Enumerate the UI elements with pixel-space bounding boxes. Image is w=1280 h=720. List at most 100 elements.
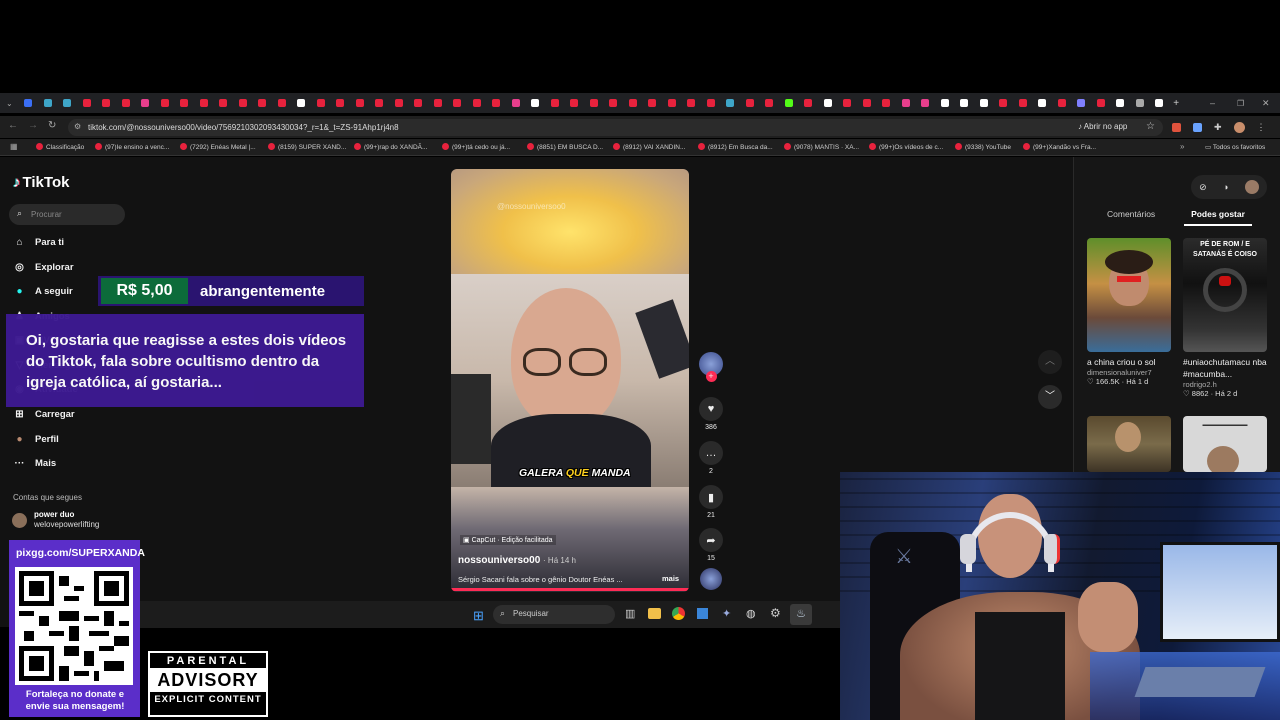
browser-tab[interactable] xyxy=(570,99,579,107)
scroll-up-button[interactable]: ︿ xyxy=(1038,350,1062,374)
browser-tab[interactable] xyxy=(414,99,423,107)
music-disc[interactable] xyxy=(699,568,723,590)
browser-tab[interactable] xyxy=(648,99,657,107)
heart-button[interactable]: ♥ 386 xyxy=(699,397,723,431)
bookmark-item[interactable]: Classificação xyxy=(36,143,84,151)
bookmark-button[interactable]: ▮ 21 xyxy=(699,485,723,519)
avatar[interactable] xyxy=(1244,180,1259,194)
comment-button[interactable]: … 2 xyxy=(699,441,723,475)
browser-tab[interactable] xyxy=(784,99,793,107)
browser-tab[interactable] xyxy=(999,99,1008,107)
browser-tab[interactable] xyxy=(1057,99,1066,107)
browser-tab[interactable] xyxy=(1096,99,1105,107)
bookmark-item[interactable]: (9078) MANTIS · XA... xyxy=(784,143,859,151)
follow-plus-icon[interactable]: + xyxy=(705,371,717,382)
share-icon[interactable]: ⊘ xyxy=(1199,182,1207,193)
browser-tab[interactable] xyxy=(1135,99,1144,107)
video-player[interactable]: @nossouniversoo0 GALERA QUE MANDA ▣ CapC… xyxy=(451,169,689,592)
browser-tab[interactable] xyxy=(492,99,501,107)
sidebar-item-perfil[interactable]: ● Perfil xyxy=(13,433,58,446)
task-view-icon[interactable]: ▥ xyxy=(625,607,635,620)
video-card[interactable]: a china criou o sol dimensionaluniver7 ♡… xyxy=(1087,238,1171,386)
browser-tab[interactable] xyxy=(843,99,852,107)
bookmark-item[interactable]: (99+)rap do XANDÃ... xyxy=(354,143,427,151)
bookmark-item[interactable]: (8851) EM BUSCA D... xyxy=(527,143,603,151)
browser-tab[interactable] xyxy=(160,99,169,107)
app-icon[interactable]: ◍ xyxy=(746,607,756,620)
more-bookmarks-icon[interactable]: » xyxy=(1180,142,1184,151)
progress-bar[interactable] xyxy=(451,588,689,591)
bookmark-item[interactable]: (7292) Enéas Metal |... xyxy=(180,143,256,151)
browser-tab[interactable] xyxy=(765,99,774,107)
close-window-button[interactable]: ✕ xyxy=(1262,98,1270,109)
bookmark-item[interactable]: (99+)tá cedo ou já... xyxy=(442,143,510,151)
browser-tab[interactable] xyxy=(1018,99,1027,107)
video-card[interactable]: ▬▬▬▬▬▬▬▬▬ xyxy=(1183,416,1267,472)
browser-tab[interactable] xyxy=(453,99,462,107)
browser-tab[interactable] xyxy=(316,99,325,107)
browser-tab[interactable] xyxy=(43,99,52,107)
browser-tab[interactable] xyxy=(1077,99,1086,107)
browser-tab[interactable] xyxy=(862,99,871,107)
browser-tab[interactable] xyxy=(258,99,267,107)
browser-tab[interactable] xyxy=(82,99,91,107)
browser-tab[interactable] xyxy=(804,99,813,107)
tiktok-logo[interactable]: ♪ TikTok xyxy=(13,174,69,191)
video-author[interactable]: nossouniverso00 · Há 14 h xyxy=(458,555,576,566)
sidebar-item-mais[interactable]: ··· Mais xyxy=(13,457,57,470)
browser-tab[interactable] xyxy=(1038,99,1047,107)
sidebar-item-explorar[interactable]: ◎ Explorar xyxy=(13,261,73,274)
browser-tab[interactable] xyxy=(960,99,969,107)
browser-tab[interactable] xyxy=(355,99,364,107)
browser-tab[interactable] xyxy=(219,99,228,107)
browser-tab[interactable] xyxy=(901,99,910,107)
share-button[interactable]: ➦ 15 xyxy=(699,528,723,562)
all-bookmarks-button[interactable]: ▭ Todos os favoritos xyxy=(1205,143,1265,151)
browser-tab[interactable] xyxy=(940,99,949,107)
browser-tab[interactable] xyxy=(121,99,130,107)
browser-tab[interactable] xyxy=(589,99,598,107)
minimize-button[interactable]: – xyxy=(1210,98,1215,108)
search-input[interactable]: ⌕ Procurar xyxy=(9,204,125,225)
browser-tab[interactable] xyxy=(199,99,208,107)
capcut-badge[interactable]: ▣ CapCut · Edição facilitada xyxy=(460,535,556,545)
bookmark-item[interactable]: (8912) Em Busca da... xyxy=(698,143,773,151)
more-link[interactable]: mais xyxy=(662,574,679,583)
browser-tab[interactable] xyxy=(687,99,696,107)
taskbar-search[interactable]: ⌕ Pesquisar xyxy=(493,605,615,624)
browser-tab[interactable] xyxy=(511,99,520,107)
browser-tab[interactable] xyxy=(745,99,754,107)
apps-grid-icon[interactable]: ▦ xyxy=(10,142,18,151)
following-item[interactable]: power duo welovepowerlifting xyxy=(12,510,99,530)
windows-start-icon[interactable]: ⊞ xyxy=(473,608,484,624)
profile-avatar[interactable] xyxy=(1233,122,1245,133)
browser-tab[interactable] xyxy=(102,99,111,107)
site-info-icon[interactable]: ⚙ xyxy=(74,122,81,131)
app-icon[interactable]: ✦ xyxy=(722,607,731,620)
browser-tab[interactable] xyxy=(180,99,189,107)
tab-comments[interactable]: Comentários xyxy=(1107,209,1155,219)
bookmark-item[interactable]: (8912) VAI XANDIN... xyxy=(613,143,685,151)
browser-tab[interactable] xyxy=(1116,99,1125,107)
browser-tab[interactable] xyxy=(882,99,891,107)
browser-tab[interactable] xyxy=(979,99,988,107)
scroll-down-button[interactable]: ﹀ xyxy=(1038,385,1062,409)
forward-icon[interactable]: → xyxy=(28,120,38,131)
browser-tab[interactable] xyxy=(472,99,481,107)
browser-tab[interactable] xyxy=(375,99,384,107)
browser-tab[interactable] xyxy=(550,99,559,107)
bookmark-item[interactable]: (9338) YouTube xyxy=(955,143,1011,151)
browser-tab[interactable] xyxy=(531,99,540,107)
coin-icon[interactable]: ◑ xyxy=(1223,182,1228,192)
browser-tab[interactable] xyxy=(628,99,637,107)
sidebar-item-para-ti[interactable]: ⌂ Para ti xyxy=(13,236,64,249)
bookmark-star-icon[interactable]: ☆ xyxy=(1146,121,1155,132)
browser-tab[interactable] xyxy=(394,99,403,107)
open-app-button[interactable]: ♪ Abrir no app xyxy=(1078,122,1127,131)
menu-icon[interactable]: ⋮ xyxy=(1257,122,1266,133)
extension-icon[interactable] xyxy=(1193,123,1202,132)
browser-tab[interactable] xyxy=(297,99,306,107)
browser-tab[interactable] xyxy=(433,99,442,107)
browser-tab[interactable] xyxy=(823,99,832,107)
tab-you-may-like[interactable]: Podes gostar xyxy=(1184,209,1252,226)
